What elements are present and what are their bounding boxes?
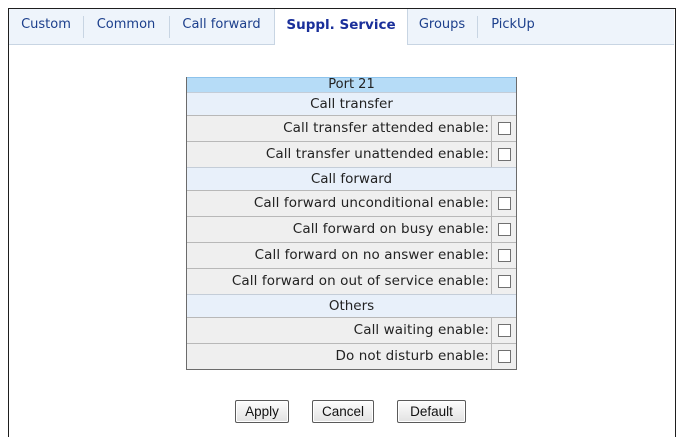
tab-groups[interactable]: Groups [409, 9, 475, 44]
call-forward-busy-checkbox[interactable] [497, 223, 511, 236]
default-button[interactable]: Default [397, 400, 466, 423]
row-call-forward-out-of-service: Call forward on out of service enable: [187, 268, 516, 294]
cancel-button[interactable]: Cancel [312, 400, 374, 423]
row-do-not-disturb: Do not disturb enable: [187, 343, 516, 369]
row-label: Call forward on no answer enable: [254, 247, 489, 263]
section-call-transfer: Call transfer [187, 92, 516, 115]
tab-call-forward[interactable]: Call forward [174, 9, 269, 44]
tab-divider [83, 16, 84, 38]
row-label: Do not disturb enable: [335, 348, 489, 364]
call-forward-no-answer-checkbox[interactable] [497, 249, 511, 262]
row-label: Call transfer attended enable: [283, 120, 489, 136]
row-label: Call forward on busy enable: [292, 221, 489, 237]
section-call-forward: Call forward [187, 167, 516, 190]
suppl-service-panel: Port 21 Call transfer Call transfer atte… [186, 77, 517, 370]
tab-common[interactable]: Common [89, 9, 163, 44]
call-transfer-unattended-checkbox[interactable] [497, 148, 511, 161]
tab-bar: Custom Common Call forward Suppl. Servic… [9, 9, 674, 45]
row-call-waiting: Call waiting enable: [187, 317, 516, 343]
call-forward-out-of-service-checkbox[interactable] [497, 275, 511, 288]
row-label: Call waiting enable: [353, 322, 489, 338]
row-call-forward-busy: Call forward on busy enable: [187, 216, 516, 242]
section-others: Others [187, 294, 516, 317]
tab-divider [477, 16, 478, 38]
port-title: Port 21 [187, 77, 516, 92]
call-waiting-checkbox[interactable] [497, 324, 511, 337]
row-call-forward-unconditional: Call forward unconditional enable: [187, 190, 516, 216]
tab-suppl-service[interactable]: Suppl. Service [274, 9, 408, 45]
tab-pickup[interactable]: PickUp [482, 9, 544, 44]
row-label: Call transfer unattended enable: [265, 146, 489, 162]
do-not-disturb-checkbox[interactable] [497, 350, 511, 363]
row-call-transfer-unattended: Call transfer unattended enable: [187, 141, 516, 167]
call-transfer-attended-checkbox[interactable] [497, 122, 511, 135]
row-call-forward-no-answer: Call forward on no answer enable: [187, 242, 516, 268]
row-label: Call forward unconditional enable: [253, 195, 489, 211]
call-forward-unconditional-checkbox[interactable] [497, 197, 511, 210]
row-label: Call forward on out of service enable: [231, 273, 489, 289]
tab-divider [169, 16, 170, 38]
row-call-transfer-attended: Call transfer attended enable: [187, 115, 516, 141]
apply-button[interactable]: Apply [235, 400, 289, 423]
tab-custom[interactable]: Custom [15, 9, 77, 44]
